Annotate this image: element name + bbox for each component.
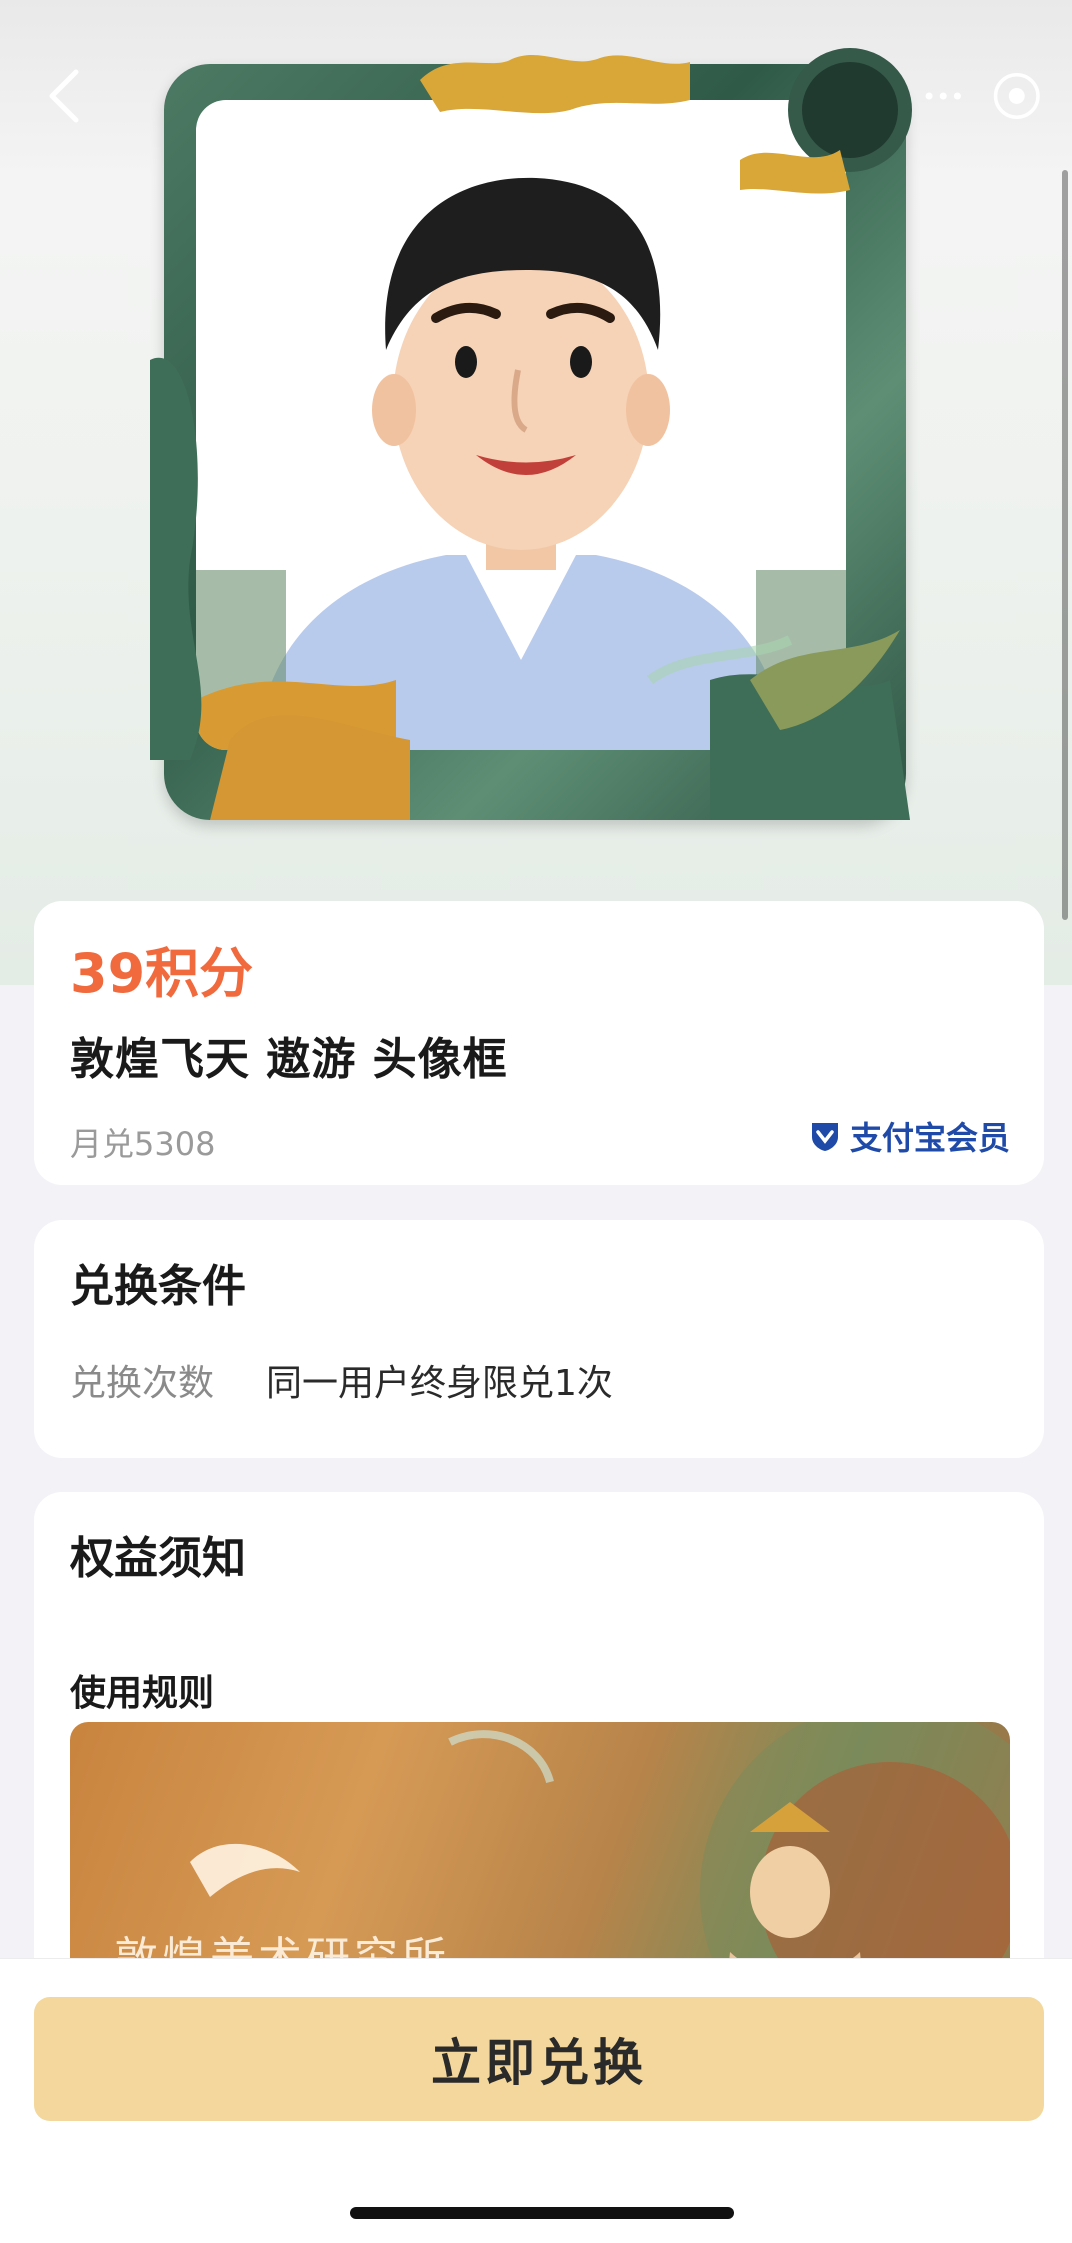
product-hero (0, 0, 1072, 985)
chevron-left-icon[interactable] (44, 66, 84, 126)
scrollbar[interactable] (1062, 170, 1068, 920)
member-badge: 支付宝会员 (808, 1113, 1010, 1159)
rules-label: 使用规则 (70, 1673, 215, 1714)
condition-label: 兑换次数 (70, 1363, 215, 1404)
condition-value: 同一用户终身限兑1次 (266, 1363, 613, 1404)
alipay-member-icon (811, 1123, 838, 1151)
bottom-action-bar: 立即兑换 (0, 1958, 1072, 2243)
conditions-title: 兑换条件 (70, 1261, 246, 1312)
monthly-redemptions: 月兑5308 (70, 1125, 216, 1163)
target-icon[interactable] (992, 68, 1042, 124)
product-info-card: 39积分 敦煌飞天 遨游 头像框 月兑5308 支付宝会员 (34, 901, 1044, 1185)
notice-title: 权益须知 (70, 1533, 246, 1584)
condition-row: 兑换次数 同一用户终身限兑1次 (70, 1354, 613, 1406)
benefit-notice-card: 权益须知 使用规则 敦煌美术研究所 (34, 1492, 1044, 2032)
redeem-now-button[interactable]: 立即兑换 (34, 1997, 1044, 2121)
home-indicator (350, 2207, 734, 2219)
redeem-conditions-card: 兑换条件 兑换次数 同一用户终身限兑1次 (34, 1220, 1044, 1458)
avatar-frame-preview (150, 40, 930, 840)
nav-actions (922, 66, 1042, 126)
frame-ornament (150, 48, 912, 820)
member-badge-label: 支付宝会员 (849, 1119, 1010, 1157)
points-price: 39积分 (70, 942, 254, 1005)
product-title: 敦煌飞天 遨游 头像框 (70, 1034, 508, 1085)
